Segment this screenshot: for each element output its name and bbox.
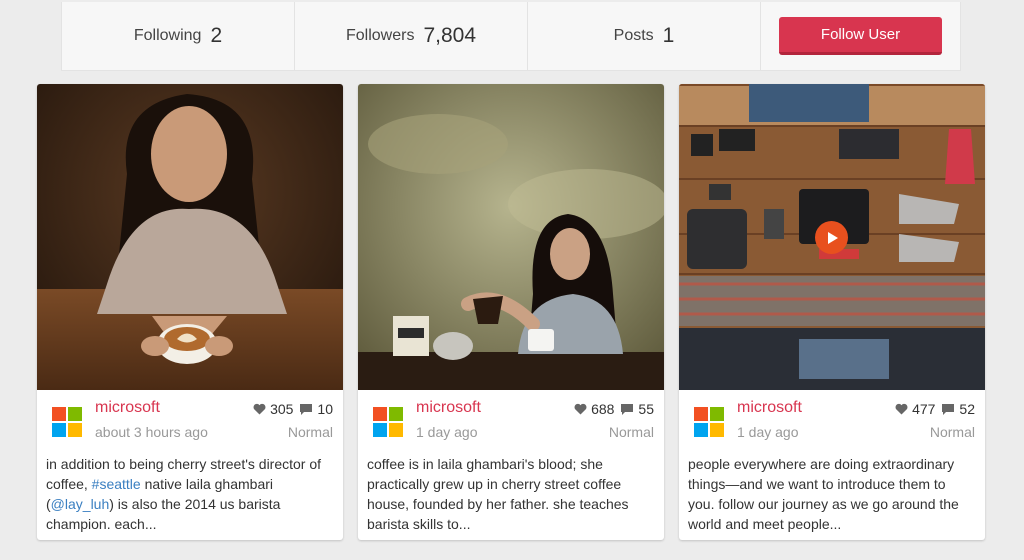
following-stat[interactable]: Following 2 [62, 2, 295, 70]
microsoft-logo-icon[interactable] [52, 407, 82, 437]
following-count: 2 [210, 24, 223, 47]
post-card[interactable]: microsoft about 3 hours ago 305 10 Norma… [37, 84, 343, 540]
posts-count: 1 [662, 24, 675, 47]
play-icon[interactable] [815, 221, 848, 254]
post-card[interactable]: microsoft 1 day ago 688 55 Normal coffee… [358, 84, 664, 540]
post-body: microsoft 1 day ago 477 52 Normal people… [679, 390, 985, 540]
profile-stats-bar: Following 2 Followers 7,804 Posts 1 Foll… [61, 2, 961, 71]
post-filter: Normal [608, 424, 654, 440]
heart-icon[interactable] [574, 403, 587, 415]
post-author-link[interactable]: microsoft [737, 399, 802, 417]
post-description: coffee is in laila ghambari's blood; she… [367, 456, 629, 532]
post-author-link[interactable]: microsoft [95, 399, 160, 417]
comment-icon[interactable] [299, 403, 313, 416]
like-count: 688 [591, 401, 615, 417]
post-image[interactable] [37, 84, 343, 390]
microsoft-logo-icon[interactable] [373, 407, 403, 437]
post-image[interactable] [679, 84, 985, 390]
like-count: 477 [912, 401, 936, 417]
post-filter: Normal [287, 424, 333, 440]
post-counts: 477 52 [895, 401, 975, 417]
microsoft-logo-icon[interactable] [694, 407, 724, 437]
followers-stat[interactable]: Followers 7,804 [295, 2, 528, 70]
post-time: 1 day ago [416, 424, 478, 440]
post-counts: 688 55 [574, 401, 654, 417]
post-time: about 3 hours ago [95, 424, 208, 440]
mention-link[interactable]: @lay_luh [51, 496, 110, 512]
like-count: 305 [270, 401, 294, 417]
followers-label: Followers [345, 27, 415, 44]
follow-container: Follow User [761, 2, 960, 70]
heart-icon[interactable] [895, 403, 908, 415]
posts-label: Posts [613, 27, 654, 44]
post-description: people everywhere are doing extraordinar… [688, 456, 959, 532]
follow-user-button[interactable]: Follow User [779, 17, 942, 55]
post-filter: Normal [929, 424, 975, 440]
post-body: microsoft about 3 hours ago 305 10 Norma… [37, 390, 343, 540]
post-counts: 305 10 [253, 401, 333, 417]
post-description: in addition to being cherry street's dir… [46, 454, 331, 534]
comment-icon[interactable] [620, 403, 634, 416]
heart-icon[interactable] [253, 403, 266, 415]
post-body: microsoft 1 day ago 688 55 Normal coffee… [358, 390, 664, 540]
hashtag-link[interactable]: #seattle [92, 476, 141, 492]
comment-count: 10 [317, 401, 333, 417]
posts-stat[interactable]: Posts 1 [528, 2, 761, 70]
post-card[interactable]: microsoft 1 day ago 477 52 Normal people… [679, 84, 985, 540]
post-image[interactable] [358, 84, 664, 390]
post-time: 1 day ago [737, 424, 799, 440]
following-label: Following [133, 27, 202, 44]
post-author-link[interactable]: microsoft [416, 399, 481, 417]
comment-icon[interactable] [941, 403, 955, 416]
comment-count: 55 [638, 401, 654, 417]
followers-count: 7,804 [423, 24, 477, 47]
comment-count: 52 [959, 401, 975, 417]
